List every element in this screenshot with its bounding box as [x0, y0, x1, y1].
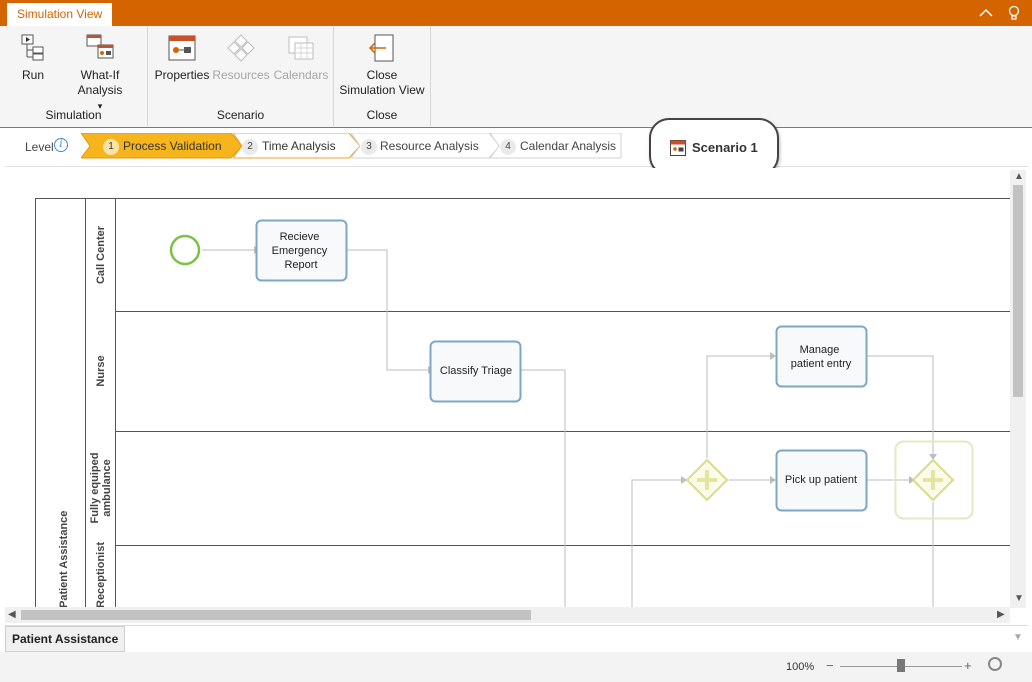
- step-number: 2: [242, 139, 258, 155]
- properties-icon: [168, 35, 196, 61]
- collapse-ribbon-icon[interactable]: [978, 5, 994, 21]
- properties-label: Properties: [154, 68, 210, 82]
- run-label: Run: [21, 68, 44, 82]
- vertical-scrollbar[interactable]: ▲ ▼: [1010, 170, 1026, 608]
- step-time-analysis[interactable]: 2 Time Analysis: [233, 133, 361, 159]
- scenario-label: Scenario 1: [692, 140, 758, 155]
- scroll-right-icon[interactable]: ▶: [997, 608, 1005, 622]
- start-event[interactable]: [169, 234, 201, 266]
- zoom-slider-thumb[interactable]: [897, 659, 905, 672]
- what-if-analysis-button[interactable]: What-If Analysis ▾: [58, 32, 142, 114]
- step-number: 1: [103, 139, 119, 155]
- step-process-validation[interactable]: 1 Process Validation: [81, 133, 243, 159]
- close-label-line2: Simulation View: [339, 83, 425, 97]
- ribbon: Run What-If Analysis ▾ Simulation Proper…: [0, 26, 1032, 128]
- info-icon[interactable]: i: [54, 138, 68, 152]
- scroll-up-icon[interactable]: ▲: [1014, 170, 1024, 184]
- what-if-analysis-label: What-If Analysis: [77, 68, 123, 97]
- group-title-simulation: Simulation: [45, 108, 102, 122]
- bpmn-diagram: Patient Assistance Call Center Nurse Ful…: [35, 198, 1010, 607]
- tab-list-chevron-icon[interactable]: ▼: [1013, 631, 1023, 645]
- level-bar: Level i 1 Process Validation 2 Time Anal…: [5, 129, 1028, 167]
- level-label: Level: [25, 140, 54, 154]
- horizontal-scroll-thumb[interactable]: [21, 610, 531, 620]
- step-label: Resource Analysis: [380, 139, 479, 153]
- horizontal-scrollbar[interactable]: ◀ ▶: [5, 607, 1010, 623]
- what-if-analysis-icon: [86, 34, 114, 59]
- title-bar: Simulation View: [0, 0, 1032, 26]
- diagram-canvas[interactable]: Patient Assistance Call Center Nurse Ful…: [5, 168, 1028, 624]
- properties-button[interactable]: Properties: [154, 32, 210, 83]
- close-simulation-view-button[interactable]: Close Simulation View: [338, 32, 426, 98]
- task-classify-triage[interactable]: Classify Triage: [429, 340, 522, 403]
- status-bar: 100% − +: [0, 652, 1032, 682]
- zoom-to-fit-icon[interactable]: [988, 657, 1002, 671]
- resources-icon: [227, 34, 255, 62]
- step-label: Process Validation: [123, 139, 222, 153]
- task-manage-patient-entry[interactable]: Manage patient entry: [775, 325, 868, 388]
- calendars-button[interactable]: Calendars: [272, 32, 330, 83]
- close-label-line1: Close: [366, 68, 398, 82]
- step-label: Calendar Analysis: [520, 139, 617, 153]
- scroll-left-icon[interactable]: ◀: [8, 608, 16, 622]
- group-title-scenario: Scenario: [216, 108, 265, 122]
- run-icon: [21, 34, 44, 61]
- task-recieve-emergency-report[interactable]: Recieve Emergency Report: [255, 219, 348, 282]
- resources-button[interactable]: Resources: [212, 32, 270, 83]
- lane-label-receptionist: Receptionist: [95, 542, 107, 607]
- resources-label: Resources: [212, 68, 270, 82]
- calendars-label: Calendars: [273, 68, 329, 82]
- zoom-in-button[interactable]: +: [964, 658, 972, 673]
- pool-label: Patient Assistance: [58, 511, 70, 607]
- step-number: 3: [361, 139, 377, 155]
- step-label: Time Analysis: [262, 139, 336, 153]
- ribbon-group-close: Close Simulation View Close: [334, 26, 431, 126]
- ribbon-group-simulation: Run What-If Analysis ▾ Simulation: [0, 26, 148, 126]
- tab-patient-assistance[interactable]: Patient Assistance: [5, 626, 125, 652]
- step-resource-analysis[interactable]: 3 Resource Analysis: [351, 133, 501, 159]
- task-pick-up-patient[interactable]: Pick up patient: [775, 449, 868, 512]
- group-title-close: Close: [366, 108, 398, 122]
- lane-label-nurse: Nurse: [95, 355, 107, 386]
- calendars-icon: [288, 36, 314, 60]
- run-button[interactable]: Run: [12, 32, 54, 83]
- scenario-icon: [670, 140, 686, 156]
- lightbulb-icon[interactable]: [1006, 5, 1022, 21]
- simulation-view-tab[interactable]: Simulation View: [6, 2, 114, 26]
- zoom-out-button[interactable]: −: [826, 658, 834, 673]
- step-calendar-analysis[interactable]: 4 Calendar Analysis: [490, 133, 622, 159]
- step-number: 4: [500, 139, 516, 155]
- svg-text:Classify Triage: Classify Triage: [440, 365, 512, 377]
- lane-label-ambulance: Fully equipedambulance: [89, 453, 113, 524]
- svg-text:Pick up patient: Pick up patient: [785, 474, 857, 486]
- diagram-tab-bar: Patient Assistance ▼: [5, 625, 1028, 652]
- ribbon-group-scenario: Properties Resources Calendars Scenario: [148, 26, 334, 126]
- zoom-level: 100%: [786, 661, 815, 673]
- scroll-down-icon[interactable]: ▼: [1014, 592, 1024, 606]
- exit-icon: [368, 34, 394, 62]
- lane-label-call-center: Call Center: [95, 225, 107, 284]
- vertical-scroll-thumb[interactable]: [1013, 185, 1023, 397]
